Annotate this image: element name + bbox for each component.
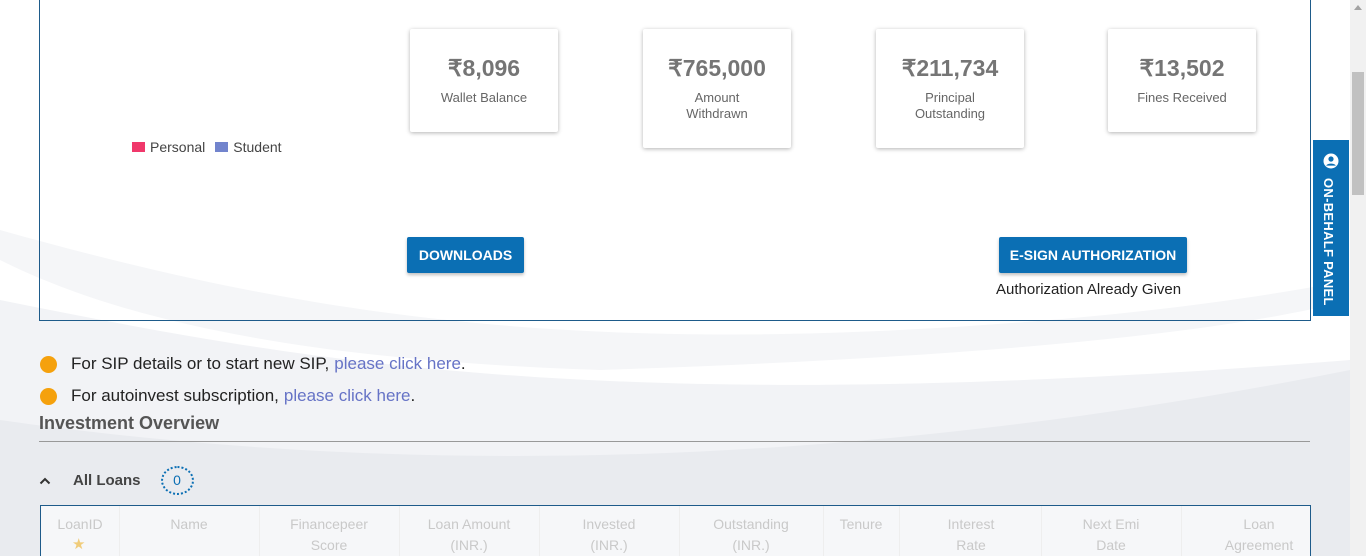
wallet-balance-card: ₹8,096 Wallet Balance [410,29,558,132]
principal-outstanding-card: ₹211,734 Principal Outstanding [876,29,1024,148]
th-interest-rate[interactable]: Interest Rate [899,514,1043,556]
amount-withdrawn-label: Amount Withdrawn [686,90,748,121]
loans-table: LoanID ★ Name Financepeer Score Loan Amou… [40,505,1311,556]
legend-label-personal: Personal [150,139,206,155]
chart-legend: Personal Student [132,139,282,155]
legend-swatch-student [215,142,229,152]
all-loans-toggle[interactable]: All Loans 0 [39,466,194,495]
investment-overview-title: Investment Overview [39,413,220,433]
on-behalf-panel-tab[interactable]: ON-BEHALF PANEL [1313,140,1349,316]
legend-item-personal[interactable]: Personal [132,139,205,155]
fines-received-label: Fines Received [1137,90,1227,105]
scroll-up-arrow-icon[interactable] [1354,5,1362,10]
sip-period: . [460,354,466,373]
all-loans-count-badge: 0 [160,466,194,495]
amount-withdrawn-value: ₹765,000 [668,55,766,81]
sip-info-line: For SIP details or to start new SIP, ple… [40,354,466,374]
fines-received-value: ₹13,502 [1139,55,1225,81]
principal-outstanding-label: Principal Outstanding [914,90,986,121]
autoinvest-period: . [410,386,416,405]
th-outstanding[interactable]: Outstanding (INR.) [679,514,823,556]
authorization-status: Authorization Already Given [996,281,1182,298]
autoinvest-info-line: For autoinvest subscription, please clic… [40,386,415,406]
esign-authorization-button[interactable]: E-SIGN AUTHORIZATION [999,237,1187,273]
column-divider [1181,506,1182,556]
sip-click-link[interactable]: please click here [334,354,461,374]
legend-label-student: Student [233,139,282,155]
downloads-button[interactable]: DOWNLOADS [407,237,524,273]
bullet-dot-icon [40,387,57,405]
on-behalf-panel-label: ON-BEHALF PANEL [1321,178,1336,306]
th-financepeer-score[interactable]: Financepeer Score [259,514,399,556]
sip-info-text: For SIP details or to start new SIP, [71,354,330,373]
fines-received-card: ₹13,502 Fines Received [1108,29,1256,132]
th-next-emi-date[interactable]: Next Emi Date [1041,514,1181,556]
th-name[interactable]: Name [119,514,259,535]
all-loans-label: All Loans [73,472,141,489]
legend-item-student[interactable]: Student [215,139,282,155]
user-circle-icon [1323,153,1339,169]
scroll-thumb[interactable] [1352,72,1364,195]
bullet-dot-icon [40,355,57,373]
th-invested[interactable]: Invested (INR.) [539,514,679,556]
th-loan-agreement[interactable]: Loan Agreement [1199,514,1319,556]
vertical-scrollbar[interactable] [1350,0,1366,556]
favorite-star-icon[interactable]: ★ [72,535,85,553]
wallet-balance-label: Wallet Balance [440,90,528,105]
legend-swatch-personal [132,142,145,152]
autoinvest-click-link[interactable]: please click here [284,386,411,406]
autoinvest-info-text: For autoinvest subscription, [71,386,279,405]
th-loan-amount[interactable]: Loan Amount (INR.) [399,514,539,556]
wallet-balance-value: ₹8,096 [447,55,521,81]
amount-withdrawn-card: ₹765,000 Amount Withdrawn [643,29,791,148]
th-loanid[interactable]: LoanID [41,514,119,535]
section-divider [39,441,1310,442]
chevron-up-icon[interactable] [39,475,51,487]
loan-type-pie-chart [120,0,334,108]
th-tenure[interactable]: Tenure [823,514,899,535]
principal-outstanding-value: ₹211,734 [901,55,999,81]
